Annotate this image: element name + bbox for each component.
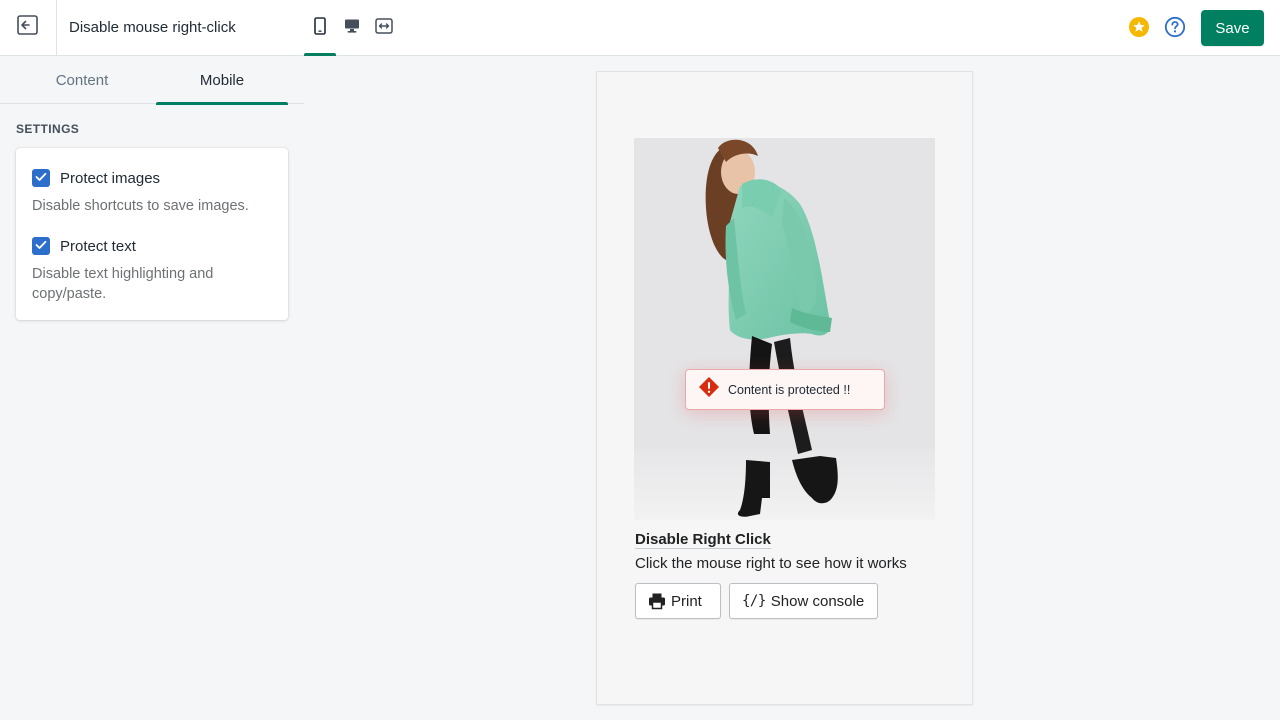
- app-title: Disable mouse right-click: [69, 19, 236, 36]
- star-button[interactable]: [1128, 16, 1150, 38]
- protect-images-label: Protect images: [60, 169, 161, 187]
- toast-message: Content is protected !!: [728, 382, 851, 397]
- print-label: Print: [671, 592, 702, 610]
- show-console-button[interactable]: {/} Show console: [729, 583, 878, 619]
- preview-title: Disable Right Click: [635, 531, 771, 549]
- help-button[interactable]: [1164, 16, 1186, 38]
- product-image: [634, 138, 935, 520]
- top-bar: Disable mouse right-click Save: [0, 0, 1280, 56]
- model-photo-illustration: [634, 138, 935, 520]
- star-icon: [1128, 17, 1150, 42]
- full-width-view-button[interactable]: [368, 0, 400, 56]
- preview-subtitle: Click the mouse right to see how it work…: [635, 555, 907, 572]
- tab-content[interactable]: Content: [16, 56, 148, 104]
- protect-text-option[interactable]: Protect text: [32, 237, 136, 255]
- desktop-icon: [344, 18, 360, 39]
- protect-text-label: Protect text: [60, 237, 136, 255]
- mobile-view-button[interactable]: [304, 0, 336, 56]
- exit-button[interactable]: [0, 0, 57, 55]
- content-protected-toast: Content is protected !!: [685, 369, 885, 410]
- save-button[interactable]: Save: [1201, 10, 1264, 46]
- mobile-icon: [314, 16, 326, 40]
- expand-width-icon: [375, 17, 393, 39]
- protect-text-checkbox[interactable]: [32, 237, 50, 255]
- printer-icon: [648, 592, 666, 610]
- code-icon: {/}: [742, 593, 766, 609]
- show-console-label: Show console: [770, 592, 865, 610]
- alert-icon: [698, 376, 720, 403]
- protect-images-checkbox[interactable]: [32, 169, 50, 187]
- checkmark-icon: [35, 237, 47, 255]
- help-icon: [1164, 16, 1186, 42]
- print-button[interactable]: Print: [635, 583, 721, 619]
- settings-card: Protect images Disable shortcuts to save…: [16, 148, 288, 320]
- settings-heading: SETTINGS: [16, 122, 80, 136]
- protect-images-option[interactable]: Protect images: [32, 169, 160, 187]
- sidebar-tabs: Content Mobile: [0, 56, 304, 105]
- protect-images-help: Disable shortcuts to save images.: [32, 198, 249, 214]
- checkmark-icon: [35, 169, 47, 187]
- protect-text-help: Disable text highlighting and copy/paste…: [32, 266, 214, 302]
- tab-mobile[interactable]: Mobile: [156, 56, 288, 105]
- desktop-view-button[interactable]: [336, 0, 368, 56]
- exit-icon: [17, 15, 39, 40]
